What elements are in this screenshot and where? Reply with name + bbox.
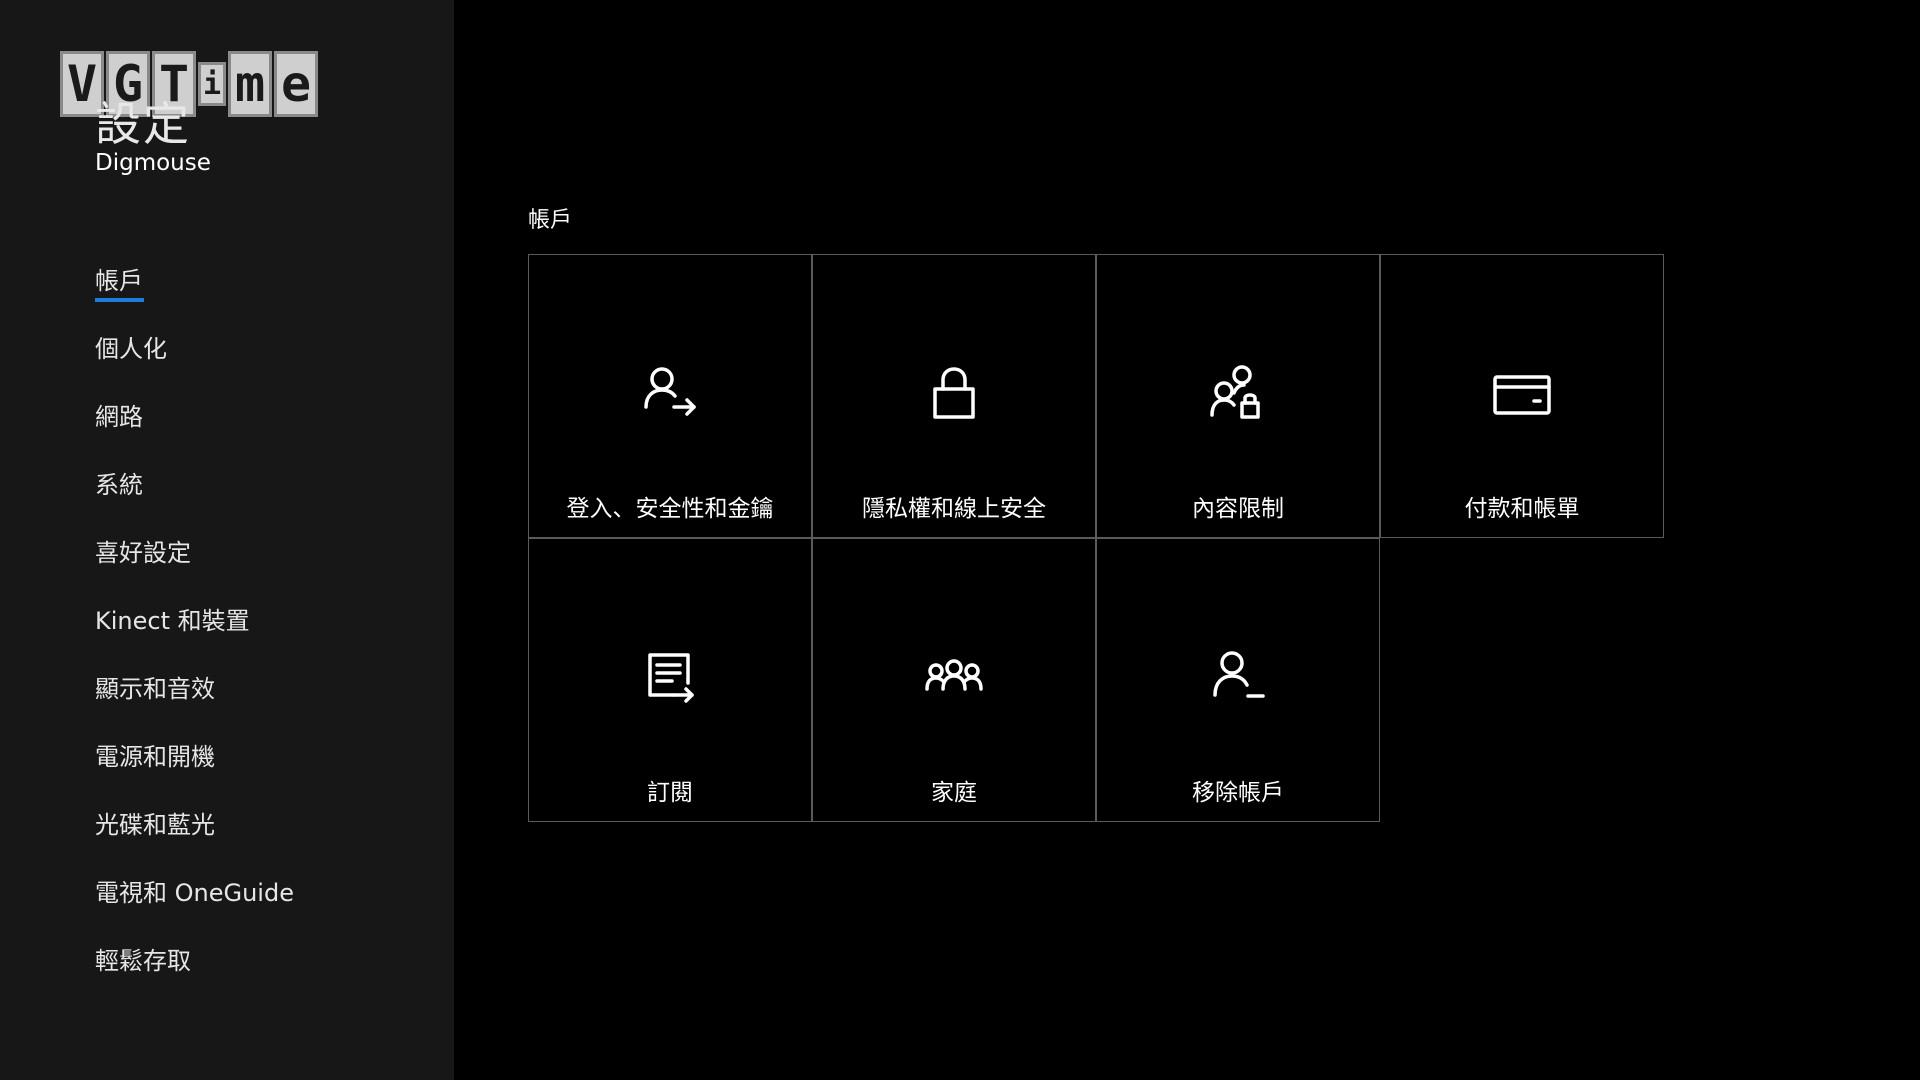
tile-label: 付款和帳單	[1464, 496, 1580, 522]
sidebar-item-power-startup[interactable]: 電源和開機	[95, 731, 294, 799]
gamertag: Digmouse	[95, 150, 211, 176]
sidebar-item-ease-of-access[interactable]: 輕鬆存取	[95, 935, 294, 1003]
sidebar-item-kinect-devices[interactable]: Kinect 和裝置	[95, 595, 294, 663]
section-title: 帳戶	[528, 208, 573, 233]
sidebar-item-label: 光碟和藍光	[95, 811, 215, 839]
tile-sign-in-security[interactable]: 登入、安全性和金鑰	[528, 254, 812, 538]
tile-privacy-online-safety[interactable]: 隱私權和線上安全	[812, 254, 1096, 538]
tile-content-restrictions[interactable]: 內容限制	[1096, 254, 1380, 538]
credit-card-icon	[1381, 363, 1663, 423]
sidebar-item-label: 電視和 OneGuide	[95, 879, 294, 907]
watermark-letter: e	[274, 51, 318, 117]
account-tile-grid: 登入、安全性和金鑰 隱私權和線上安全 內容限制 付款和帳單 訂閱 家庭 移除帳戶	[528, 254, 1665, 823]
settings-screen: V G T i m e 設定 Digmouse 帳戶 個人化 網路 系統 喜好設…	[0, 0, 1920, 1080]
sidebar-item-label: 網路	[95, 403, 143, 431]
tile-label: 訂閱	[647, 780, 693, 806]
sidebar-item-label: 個人化	[95, 335, 167, 363]
active-indicator	[95, 298, 144, 302]
tile-family[interactable]: 家庭	[812, 538, 1096, 822]
settings-nav: 帳戶 個人化 網路 系統 喜好設定 Kinect 和裝置 顯示和音效 電源和開機…	[95, 255, 294, 1003]
family-icon	[813, 647, 1095, 707]
sidebar-item-label: 系統	[95, 471, 143, 499]
people-lock-icon	[1097, 363, 1379, 423]
tile-label: 移除帳戶	[1192, 780, 1284, 806]
tile-label: 內容限制	[1192, 496, 1284, 522]
sidebar-item-network[interactable]: 網路	[95, 391, 294, 459]
sidebar-item-disc-bluray[interactable]: 光碟和藍光	[95, 799, 294, 867]
sidebar: V G T i m e 設定 Digmouse 帳戶 個人化 網路 系統 喜好設…	[0, 0, 454, 1080]
sidebar-item-account[interactable]: 帳戶	[95, 255, 294, 323]
sidebar-item-label: 輕鬆存取	[95, 947, 191, 975]
person-minus-icon	[1097, 647, 1379, 707]
person-arrow-icon	[529, 363, 811, 423]
sidebar-item-label: 帳戶	[95, 267, 143, 295]
tile-label: 家庭	[931, 780, 977, 806]
sidebar-item-display-sound[interactable]: 顯示和音效	[95, 663, 294, 731]
sidebar-item-label: 喜好設定	[95, 539, 191, 567]
tile-label: 隱私權和線上安全	[862, 496, 1046, 522]
sidebar-item-label: Kinect 和裝置	[95, 607, 250, 635]
watermark-letter: i	[198, 62, 226, 106]
page-title: 設定	[95, 97, 191, 151]
sidebar-item-preferences[interactable]: 喜好設定	[95, 527, 294, 595]
tile-payment-billing[interactable]: 付款和帳單	[1380, 254, 1664, 538]
sidebar-item-tv-oneguide[interactable]: 電視和 OneGuide	[95, 867, 294, 935]
tile-subscriptions[interactable]: 訂閱	[528, 538, 812, 822]
tile-label: 登入、安全性和金鑰	[566, 496, 774, 522]
sidebar-item-system[interactable]: 系統	[95, 459, 294, 527]
watermark-letter: m	[228, 51, 272, 117]
sidebar-item-personalization[interactable]: 個人化	[95, 323, 294, 391]
sidebar-item-label: 電源和開機	[95, 743, 215, 771]
tile-remove-accounts[interactable]: 移除帳戶	[1096, 538, 1380, 822]
lock-icon	[813, 363, 1095, 423]
sidebar-item-label: 顯示和音效	[95, 675, 215, 703]
document-arrow-icon	[529, 647, 811, 707]
